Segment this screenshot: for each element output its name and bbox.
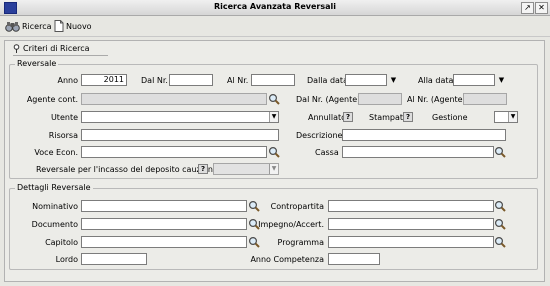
- anno-label: Anno: [57, 76, 78, 85]
- pin-small-icon: [13, 44, 20, 53]
- dal-nr-field[interactable]: [169, 74, 213, 86]
- chevron-down-icon: ▼: [508, 112, 517, 122]
- contropartita-search-icon[interactable]: [494, 200, 506, 212]
- chevron-down-icon: ▼: [269, 164, 278, 174]
- alla-data-field[interactable]: [453, 74, 495, 86]
- annullato-tristate[interactable]: ?: [343, 112, 353, 122]
- cassa-field[interactable]: [342, 146, 494, 158]
- voce-econ-label: Voce Econ.: [34, 148, 78, 157]
- contropartita-label: Contropartita: [270, 202, 324, 211]
- nominativo-field[interactable]: [81, 200, 247, 212]
- new-button-label: Nuovo: [66, 21, 92, 31]
- alla-data-calendar-icon[interactable]: ▼: [497, 75, 506, 85]
- new-document-icon: [54, 20, 64, 32]
- search-button[interactable]: Ricerca: [5, 19, 52, 33]
- documento-label: Documento: [31, 220, 78, 229]
- reversale-legend: Reversale: [15, 59, 59, 68]
- dal-nr-agente-label: Dal Nr. (Agente): [296, 95, 361, 104]
- search-criteria-panel: Criteri di Ricerca Reversale Anno 2011 D…: [4, 40, 545, 282]
- utente-select[interactable]: ▼: [81, 111, 279, 123]
- utente-label: Utente: [50, 113, 78, 122]
- close-icon[interactable]: ✕: [535, 2, 548, 14]
- anno-competenza-field[interactable]: [328, 253, 380, 265]
- panel-header: Criteri di Ricerca: [13, 44, 90, 53]
- dettagli-legend: Dettagli Reversale: [15, 183, 93, 192]
- alla-data-label: Alla data: [418, 76, 454, 85]
- chevron-down-icon: ▼: [269, 112, 278, 122]
- voce-econ-search-icon[interactable]: [268, 146, 280, 158]
- dalla-data-field[interactable]: [345, 74, 387, 86]
- anno-field[interactable]: 2011: [81, 74, 127, 86]
- documento-field[interactable]: [81, 218, 247, 230]
- deposito-label: Reversale per l'incasso del deposito cau…: [36, 165, 225, 174]
- impegno-field[interactable]: [328, 218, 494, 230]
- agente-label: Agente cont.: [26, 95, 78, 104]
- gestione-label: Gestione: [432, 113, 468, 122]
- impegno-label: Impegno/Accert.: [258, 220, 324, 229]
- stampato-tristate[interactable]: ?: [403, 112, 413, 122]
- lordo-field[interactable]: [81, 253, 147, 265]
- cassa-label: Cassa: [315, 148, 339, 157]
- capitolo-label: Capitolo: [45, 238, 78, 247]
- title-bar: Ricerca Avanzata Reversali ↗ ✕: [0, 0, 550, 16]
- dal-nr-label: Dal Nr.: [141, 76, 168, 85]
- agente-field[interactable]: [81, 93, 267, 105]
- cassa-search-icon[interactable]: [494, 146, 506, 158]
- panel-title-divider: [13, 55, 108, 56]
- descrizione-label: Descrizione: [296, 131, 343, 140]
- voce-econ-field[interactable]: [81, 146, 267, 158]
- binoculars-icon: [5, 21, 20, 32]
- toolbar: Ricerca Nuovo: [0, 16, 550, 37]
- programma-field[interactable]: [328, 236, 494, 248]
- al-nr-agente-label: Al Nr. (Agente): [407, 95, 466, 104]
- pin-icon[interactable]: ↗: [521, 2, 534, 14]
- al-nr-label: Al Nr.: [227, 76, 249, 85]
- contropartita-field[interactable]: [328, 200, 494, 212]
- impegno-search-icon[interactable]: [494, 218, 506, 230]
- annullato-label: Annullato: [308, 113, 347, 122]
- risorsa-field[interactable]: [81, 129, 279, 141]
- deposito-select[interactable]: ▼: [213, 163, 279, 175]
- window-title: Ricerca Avanzata Reversali: [213, 2, 337, 11]
- anno-competenza-label: Anno Competenza: [250, 255, 324, 264]
- lordo-label: Lordo: [55, 255, 78, 264]
- nominativo-label: Nominativo: [32, 202, 78, 211]
- risorsa-label: Risorsa: [48, 131, 78, 140]
- dettagli-group: Dettagli Reversale Nominativo Contropart…: [9, 183, 538, 270]
- dalla-data-label: Dalla data: [307, 76, 348, 85]
- reversale-group: Reversale Anno 2011 Dal Nr. Al Nr. Dalla…: [9, 59, 538, 179]
- programma-label: Programma: [277, 238, 324, 247]
- dal-nr-agente-field[interactable]: [358, 93, 402, 105]
- dalla-data-calendar-icon[interactable]: ▼: [389, 75, 398, 85]
- panel-title: Criteri di Ricerca: [23, 44, 90, 53]
- gestione-select[interactable]: ▼: [494, 111, 518, 123]
- agente-search-icon[interactable]: [268, 93, 280, 105]
- programma-search-icon[interactable]: [494, 236, 506, 248]
- descrizione-field[interactable]: [342, 129, 506, 141]
- deposito-help-icon[interactable]: ?: [198, 164, 208, 174]
- al-nr-agente-field[interactable]: [463, 93, 507, 105]
- new-button[interactable]: Nuovo: [54, 19, 92, 33]
- al-nr-field[interactable]: [251, 74, 295, 86]
- search-button-label: Ricerca: [22, 21, 52, 31]
- capitolo-field[interactable]: [81, 236, 247, 248]
